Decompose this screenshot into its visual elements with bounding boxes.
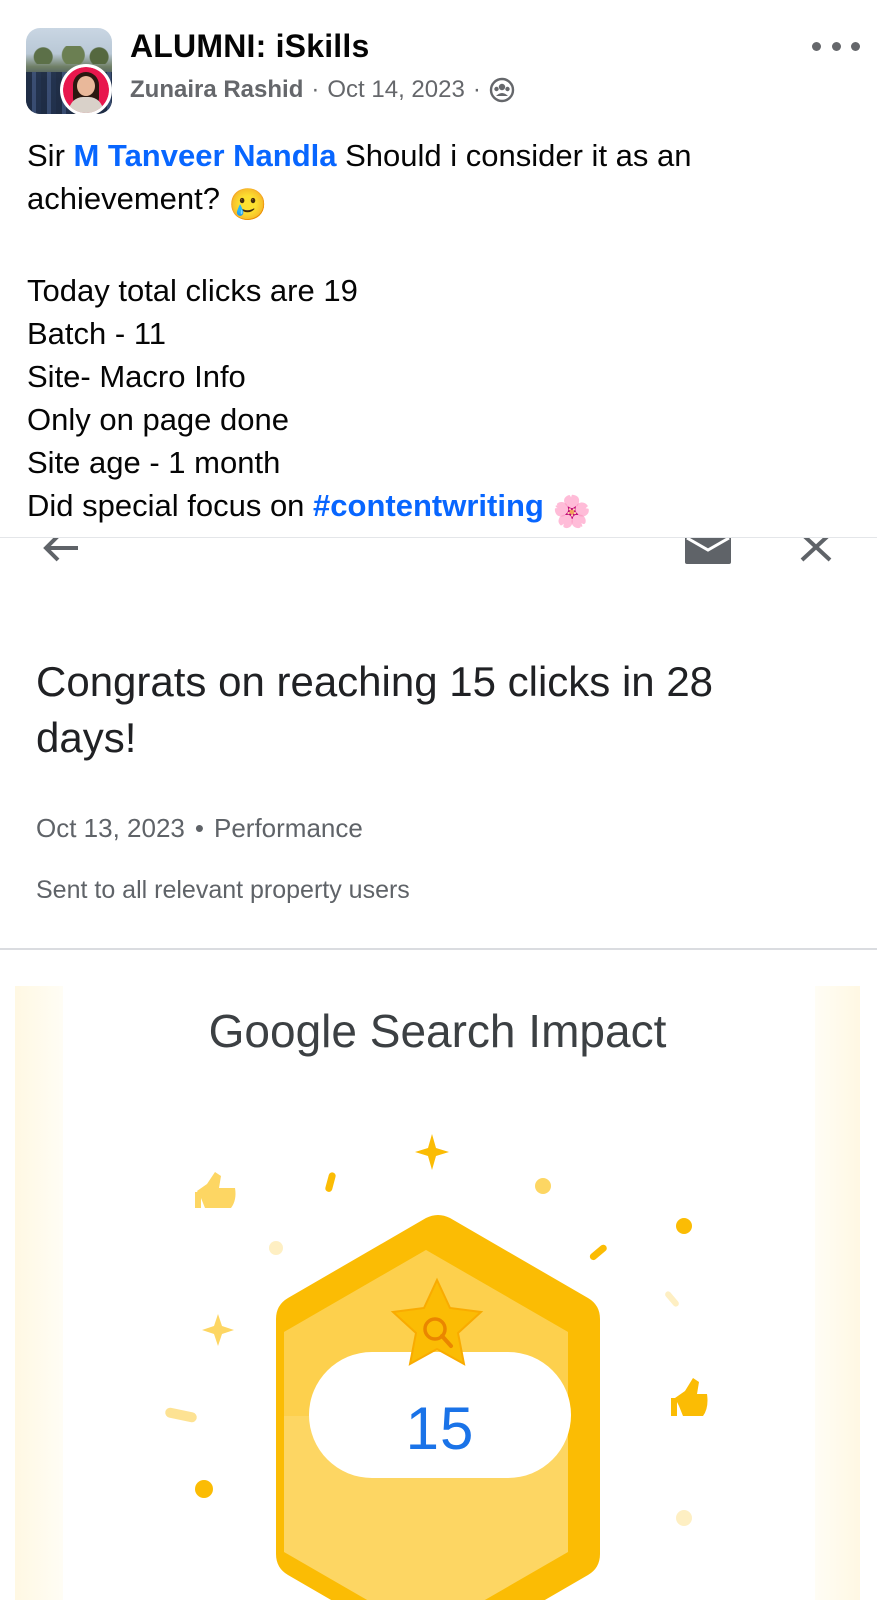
meta-separator: • (194, 813, 204, 843)
hashtag-link[interactable]: #contentwriting (313, 488, 544, 523)
group-name[interactable]: ALUMNI: iSkills (130, 28, 369, 65)
post-line: Sir M Tanveer Nandla Should i consider i… (27, 138, 692, 173)
more-options-icon (812, 41, 821, 51)
attached-screenshot[interactable]: Congrats on reaching 15 clicks in 28 day… (0, 537, 877, 1600)
sparkle-icon (202, 1314, 234, 1346)
more-options-button[interactable] (812, 36, 860, 56)
thumbs-up-icon (671, 1378, 708, 1416)
confetti (676, 1218, 692, 1234)
emoji-smiling-tear: 🥲 (228, 187, 268, 222)
emoji-blossom: 🌸 (552, 494, 592, 529)
confetti (195, 1480, 213, 1498)
meta-separator: · (311, 76, 320, 103)
confetti (325, 1172, 336, 1192)
sparkle-icon (415, 1134, 449, 1170)
post-line: Only on page done (27, 402, 289, 437)
confetti (269, 1241, 283, 1255)
confetti (665, 1291, 679, 1307)
impact-card: Google Search Impact 15 (15, 986, 860, 1600)
close-icon (798, 538, 834, 566)
group-privacy-icon (489, 77, 515, 103)
message-title: Congrats on reaching 15 clicks in 28 day… (36, 658, 714, 761)
divider (0, 948, 877, 950)
author-name[interactable]: Zunaira Rashid (130, 76, 303, 104)
post-header: ALUMNI: iSkills Zunaira Rashid · Oct 14,… (0, 0, 895, 130)
meta-separator: · (472, 76, 481, 103)
post-date[interactable]: Oct 14, 2023 (327, 76, 464, 104)
thumbs-up-icon (195, 1172, 236, 1208)
post-line: achievement? 🥲 (27, 177, 877, 226)
post-line: Batch - 11 (27, 316, 167, 351)
mail-icon (685, 538, 731, 566)
post-line: Site age - 1 month (27, 445, 281, 480)
author-avatar[interactable] (60, 64, 112, 116)
post-line: Site- Macro Info (27, 359, 246, 394)
message-recipients: Sent to all relevant property users (36, 876, 410, 904)
confetti (535, 1178, 551, 1194)
back-arrow-icon (42, 538, 82, 570)
post-line: Did special focus on #contentwriting 🌸 (27, 484, 877, 533)
mention-link[interactable]: M Tanveer Nandla (74, 138, 337, 173)
confetti (589, 1244, 607, 1261)
badge-illustration (165, 1134, 708, 1600)
post-text: Sir M Tanveer Nandla Should i consider i… (27, 134, 877, 533)
message-category: Performance (214, 813, 363, 843)
post-line: Today total clicks are 19 (27, 273, 358, 308)
confetti (676, 1510, 692, 1526)
message-meta: Oct 13, 2023 • Performance (36, 813, 363, 844)
screenshot-toolbar (0, 538, 877, 578)
message-date: Oct 13, 2023 (36, 813, 185, 843)
badge-click-count: 15 (405, 1395, 475, 1462)
post-meta: Zunaira Rashid · Oct 14, 2023 · (130, 76, 515, 104)
confetti (165, 1407, 197, 1423)
